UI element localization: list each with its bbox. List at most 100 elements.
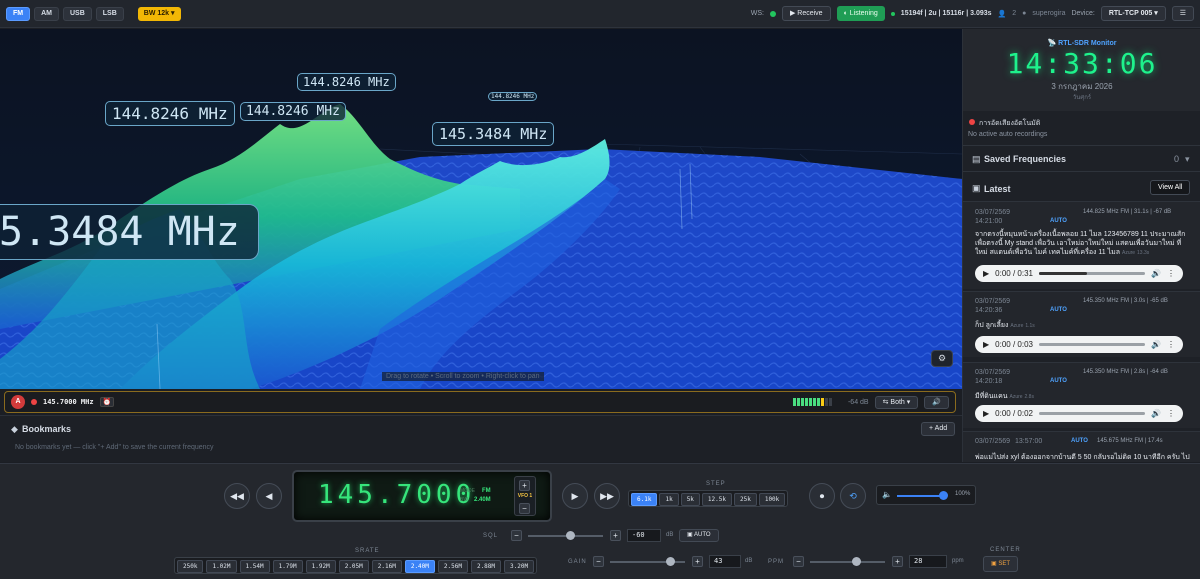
sql-slider[interactable] <box>528 531 603 540</box>
frequency-display[interactable]: 145.7000 MODE FM BW 2.40M + VFO 1 − <box>292 470 552 522</box>
add-bookmark-button[interactable]: + Add <box>921 422 956 436</box>
record-button[interactable]: ⏺ <box>809 483 835 509</box>
recording-entry: 03/07/2569 14:20:18 AUTO 145.350 MHz FM … <box>963 362 1200 428</box>
receive-label: Receive <box>797 10 823 17</box>
srate-button[interactable]: 2.05M <box>338 560 369 573</box>
audio-player[interactable]: ▶ 0:00 / 0:03 🔊 ⋮ <box>975 336 1183 353</box>
mode-am-button[interactable]: AM <box>34 6 59 21</box>
srate-button[interactable]: 2.40M <box>404 560 435 573</box>
bookmarks-empty: No bookmarks yet — click "+ Add" to save… <box>15 444 214 451</box>
sql-plus-button[interactable]: + <box>610 530 621 541</box>
bandwidth-dropdown[interactable]: BW 12k ▾ <box>137 6 181 21</box>
interaction-hint: Drag to rotate • Scroll to zoom • Right-… <box>382 372 544 381</box>
step-button[interactable]: 6.1k <box>631 493 658 506</box>
sql-input[interactable]: -60 <box>627 529 661 542</box>
fast-rewind-button[interactable]: ◀◀ <box>224 483 250 509</box>
latest-icon: ▣ <box>972 183 981 193</box>
scan-button[interactable]: ⟲ <box>840 483 866 509</box>
srate-button[interactable]: 3.20M <box>504 560 535 573</box>
mode-fm-button[interactable]: FM <box>6 6 31 21</box>
srate-button[interactable]: 1.92M <box>305 560 336 573</box>
more-icon[interactable]: ⋮ <box>1167 340 1175 349</box>
vfo-up-button[interactable]: + <box>519 480 530 491</box>
entry-text: จากตรงนี้หมุนหน้าเครื่องเนื้อพลอย 11 ไมล… <box>975 231 1186 256</box>
volume-icon[interactable]: 🔊 <box>924 395 949 409</box>
gain-input[interactable]: 43 <box>709 555 741 568</box>
step-button[interactable]: 1k <box>659 493 679 506</box>
play-icon[interactable]: ▶ <box>983 269 989 278</box>
bookmarks-panel: ◆ Bookmarks + Add No bookmarks yet — cli… <box>0 415 962 462</box>
device-select[interactable]: RTL-TCP 005 ▾ <box>1100 6 1166 21</box>
step-forward-button[interactable]: ▶ <box>562 483 588 509</box>
listening-label: Listening <box>849 10 878 17</box>
sql-minus-button[interactable]: − <box>511 530 522 541</box>
step-button[interactable]: 25k <box>733 493 757 506</box>
entry-date: 03/07/2569 <box>975 209 1011 216</box>
player-track[interactable] <box>1038 343 1146 346</box>
volume-slider[interactable] <box>897 491 948 500</box>
gain-minus-button[interactable]: − <box>593 556 604 567</box>
alarm-icon[interactable]: ⏰ <box>99 397 115 407</box>
gain-slider[interactable] <box>610 557 685 566</box>
player-track[interactable] <box>1038 412 1146 415</box>
fast-forward-button[interactable]: ▶▶ <box>594 483 620 509</box>
play-icon[interactable]: ▶ <box>983 340 989 349</box>
spectrum-3d-view[interactable]: 144.8246 MHz 144.8246 MHz 144.8246 MHz 1… <box>0 29 962 389</box>
saved-frequencies-section[interactable]: ▤ Saved Frequencies 0 ▾ <box>963 146 1200 172</box>
ws-status-dot <box>769 10 776 17</box>
listening-button[interactable]: ◐ Listening <box>836 6 885 21</box>
view-all-button[interactable]: View All <box>1150 180 1191 195</box>
speaker-icon[interactable]: 🔊 <box>1151 409 1161 418</box>
users-count: 2 <box>1012 10 1017 17</box>
srate-button[interactable]: 250k <box>177 560 204 573</box>
ppm-minus-button[interactable]: − <box>793 556 804 567</box>
freq-label-6: 5.3484 MHz <box>0 204 259 260</box>
record-dot[interactable] <box>31 399 37 405</box>
srate-button[interactable]: 2.88M <box>470 560 502 573</box>
entry-source: Azure <box>1009 394 1023 400</box>
mode-usb-button[interactable]: USB <box>63 6 92 21</box>
more-icon[interactable]: ⋮ <box>1167 409 1175 418</box>
step-button[interactable]: 12.5k <box>701 493 732 506</box>
srate-button[interactable]: 1.02M <box>206 560 237 573</box>
audio-player[interactable]: ▶ 0:00 / 0:31 🔊 ⋮ <box>975 265 1183 282</box>
more-icon[interactable]: ⋮ <box>1167 269 1175 278</box>
play-icon[interactable]: ▶ <box>983 409 989 418</box>
center-set-button[interactable]: ▣ SET <box>983 556 1019 572</box>
audio-player[interactable]: ▶ 0:00 / 0:02 🔊 ⋮ <box>975 405 1183 422</box>
mode-lsb-button[interactable]: LSB <box>95 6 124 21</box>
bookmark-icon: ◆ <box>11 424 18 434</box>
gain-knob[interactable] <box>666 557 675 566</box>
sql-auto-button[interactable]: ▣ AUTO <box>679 529 719 542</box>
speaker-icon[interactable]: 🔊 <box>1151 269 1161 278</box>
ppm-plus-button[interactable]: + <box>892 556 903 567</box>
step-back-button[interactable]: ◀ <box>256 483 282 509</box>
srate-button[interactable]: 2.56M <box>437 560 468 573</box>
menu-button[interactable]: ☰ <box>1171 6 1194 21</box>
entry-transcript: จากตรงนี้หมุนหน้าเครื่องเนื้อพลอย 11 ไมล… <box>975 230 1187 258</box>
vfo-down-button[interactable]: − <box>519 503 530 514</box>
audio-output-select[interactable]: ⇆ Both ▾ <box>874 395 919 409</box>
listening-dot <box>890 11 895 16</box>
volume-knob[interactable] <box>939 491 948 500</box>
recording-entry: 03/07/2569 13:57:00 AUTO 145.675 MHz FM … <box>963 431 1200 462</box>
ppm-input[interactable]: 28 <box>909 555 947 568</box>
entry-confidence: 1.1s <box>1025 323 1035 329</box>
saved-count: 0 <box>1174 154 1180 164</box>
player-track[interactable] <box>1038 272 1146 275</box>
gain-plus-button[interactable]: + <box>692 556 703 567</box>
speaker-icon[interactable]: 🔊 <box>1151 340 1161 349</box>
ppm-slider[interactable] <box>810 557 885 566</box>
srate-button[interactable]: 1.54M <box>239 560 270 573</box>
view-settings-button[interactable]: ⚙ <box>931 350 953 367</box>
step-button[interactable]: 5k <box>680 493 700 506</box>
radio-a-badge[interactable]: A <box>11 395 25 409</box>
receive-button[interactable]: ▶ Receive <box>781 6 831 21</box>
srate-button[interactable]: 2.16M <box>371 560 402 573</box>
step-button[interactable]: 100k <box>758 493 786 506</box>
srate-button[interactable]: 1.79M <box>272 560 303 573</box>
ppm-knob[interactable] <box>852 557 861 566</box>
sql-knob[interactable] <box>566 531 575 540</box>
freq-label-2: 144.8246 MHz <box>105 101 235 126</box>
srate-title: SRATE <box>355 548 380 554</box>
